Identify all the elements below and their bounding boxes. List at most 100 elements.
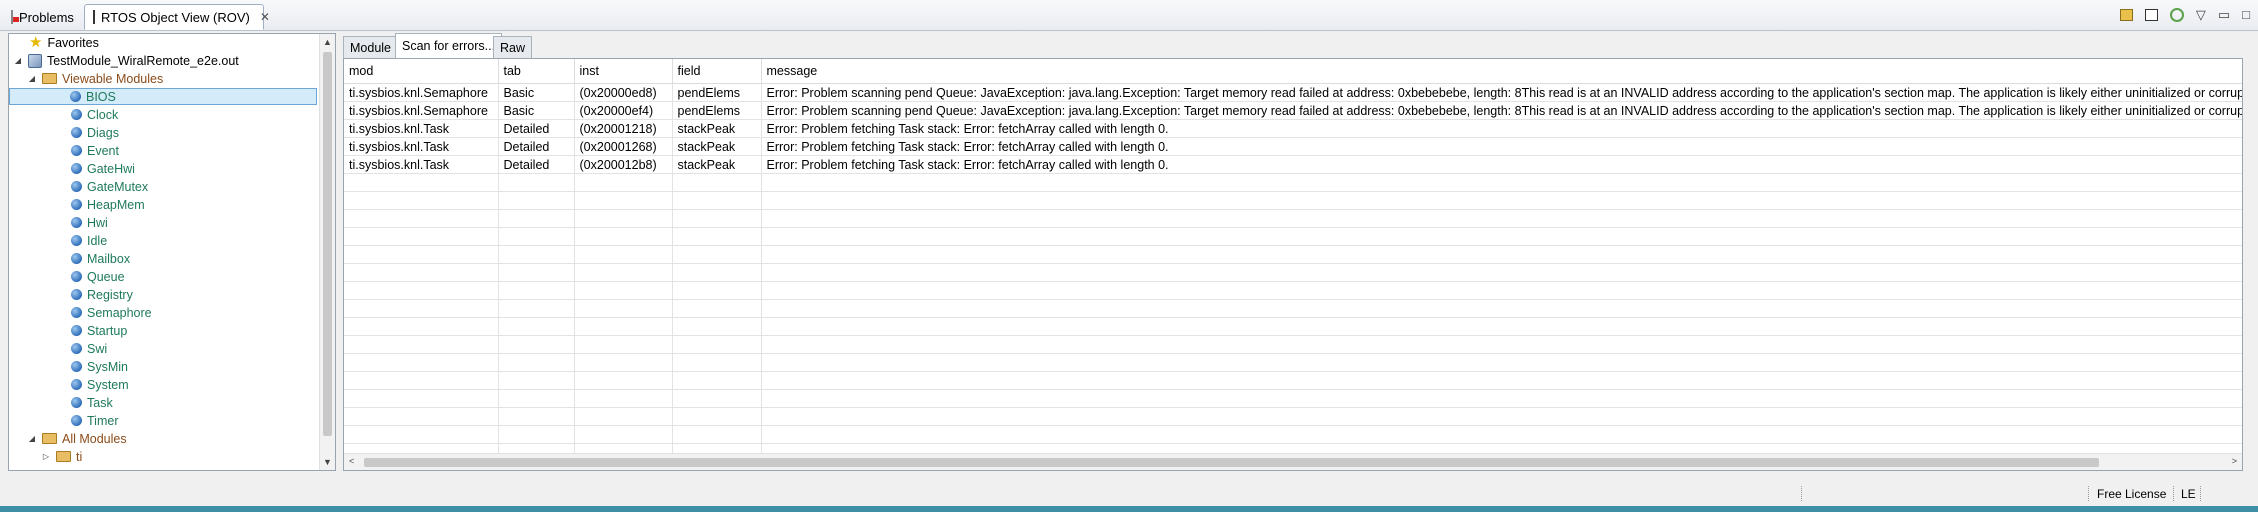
table-row[interactable]: ti.sysbios.knl.Task Detailed (0x20001268) s…: [344, 137, 2242, 156]
empty-cell: [672, 281, 762, 300]
tree-item-startup[interactable]: Startup: [71, 322, 127, 339]
tree-item-gatemutex[interactable]: GateMutex: [71, 178, 148, 195]
module-icon: [71, 181, 82, 192]
empty-cell: [344, 209, 499, 228]
column-header-tab[interactable]: tab: [498, 59, 575, 84]
empty-cell: [498, 353, 575, 372]
tree-label-module: HeapMem: [87, 197, 145, 212]
expanded-twisty-icon[interactable]: ◢: [13, 56, 23, 65]
empty-cell: [672, 245, 762, 264]
license-status: Free License: [2097, 487, 2167, 501]
tree-item-system[interactable]: System: [71, 376, 129, 393]
minimize-icon[interactable]: ▭: [2218, 8, 2230, 22]
empty-cell: [344, 407, 499, 426]
column-header-mod[interactable]: mod: [344, 59, 499, 84]
errors-table-panel: mod tab inst field message ti.sysbios.knl.Se…: [343, 58, 2243, 471]
tree-item-viewable-modules[interactable]: ◢ Viewable Modules: [27, 70, 163, 87]
scroll-down-icon[interactable]: ▼: [323, 457, 332, 467]
tree-item-swi[interactable]: Swi: [71, 340, 107, 357]
empty-cell: [761, 407, 2242, 426]
table-row[interactable]: ti.sysbios.knl.Semaphore Basic (0x20000ef4…: [344, 101, 2242, 120]
tree-label-favorites: Favorites: [47, 35, 99, 50]
module-icon: [71, 307, 82, 318]
module-icon: [71, 415, 82, 426]
tree-item-timer[interactable]: Timer: [71, 412, 118, 429]
tree-item-ti[interactable]: ▷ ti: [41, 448, 82, 465]
tree-item-heapmem[interactable]: HeapMem: [71, 196, 145, 213]
empty-cell: [672, 317, 762, 336]
empty-cell: [672, 353, 762, 372]
scroll-thumb[interactable]: [323, 52, 332, 436]
endian-status: LE: [2181, 487, 2196, 501]
pause-refresh-icon[interactable]: [2119, 9, 2133, 21]
tree-item-gatehwi[interactable]: GateHwi: [71, 160, 135, 177]
collapsed-twisty-icon[interactable]: ▷: [41, 452, 51, 461]
tree-item-all-modules[interactable]: ◢ All Modules: [27, 430, 127, 447]
scroll-left-icon[interactable]: <: [349, 456, 354, 466]
empty-table-row: [344, 353, 2242, 372]
empty-cell: [498, 389, 575, 408]
table-layout-icon[interactable]: [2144, 9, 2158, 21]
empty-cell: [672, 173, 762, 192]
tree-item-sysmin[interactable]: SysMin: [71, 358, 128, 375]
scroll-thumb[interactable]: [364, 458, 2099, 467]
scroll-up-icon[interactable]: ▲: [323, 37, 332, 47]
tree-item-task[interactable]: Task: [71, 394, 113, 411]
maximize-icon[interactable]: □: [2242, 8, 2250, 22]
empty-cell: [498, 263, 575, 282]
tree-label-module: Hwi: [87, 215, 108, 230]
tree-item-clock[interactable]: Clock: [71, 106, 118, 123]
subtab-scan-for-errors[interactable]: Scan for errors...: [395, 33, 503, 58]
empty-cell: [344, 173, 499, 192]
tree-item-diags[interactable]: Diags: [71, 124, 119, 141]
tree-item-favorites[interactable]: ★ Favorites: [29, 34, 99, 51]
column-header-inst[interactable]: inst: [574, 59, 673, 84]
close-icon[interactable]: ✕: [260, 10, 270, 24]
view-menu-icon[interactable]: ▽: [2196, 8, 2206, 22]
table-row[interactable]: ti.sysbios.knl.Task Detailed (0x200012b8) s…: [344, 155, 2242, 174]
cell-mod: ti.sysbios.knl.Task: [344, 137, 499, 156]
cell-message: Error: Problem scanning pend Queue: Java…: [761, 101, 2242, 120]
empty-cell: [672, 299, 762, 318]
refresh-icon[interactable]: [2169, 8, 2184, 22]
tree-item-event[interactable]: Event: [71, 142, 119, 159]
tab-rov-label: RTOS Object View (ROV): [101, 9, 250, 25]
tree-label-module: System: [87, 377, 129, 392]
tab-problems[interactable]: Problems: [2, 4, 82, 30]
empty-cell: [574, 263, 673, 282]
empty-cell: [672, 407, 762, 426]
tree-item-hwi[interactable]: Hwi: [71, 214, 108, 231]
expanded-twisty-icon[interactable]: ◢: [27, 74, 37, 83]
tree-label-module: Task: [87, 395, 113, 410]
empty-cell: [761, 425, 2242, 444]
table-row[interactable]: ti.sysbios.knl.Task Detailed (0x20001218) s…: [344, 119, 2242, 138]
tab-rov[interactable]: RTOS Object View (ROV) ✕: [84, 4, 270, 30]
tree-item-mailbox[interactable]: Mailbox: [71, 250, 130, 267]
tree-item-idle[interactable]: Idle: [71, 232, 107, 249]
cell-field: pendElems: [672, 83, 762, 102]
cell-tab: Detailed: [498, 119, 575, 138]
tree-item-semaphore[interactable]: Semaphore: [71, 304, 152, 321]
empty-cell: [761, 317, 2242, 336]
tree-item-registry[interactable]: Registry: [71, 286, 133, 303]
horizontal-scrollbar[interactable]: < >: [344, 453, 2242, 470]
empty-table-row: [344, 335, 2242, 354]
empty-cell: [761, 335, 2242, 354]
empty-cell: [574, 191, 673, 210]
module-icon: [71, 235, 82, 246]
tree-item-queue[interactable]: Queue: [71, 268, 125, 285]
subtab-raw[interactable]: Raw: [493, 36, 533, 58]
tree-item-bios[interactable]: BIOS: [9, 88, 317, 105]
tree-vertical-scrollbar[interactable]: ▲ ▼: [319, 34, 335, 470]
tree-label-module: Diags: [87, 125, 119, 140]
subtab-module[interactable]: Module: [343, 36, 398, 58]
scroll-right-icon[interactable]: >: [2232, 456, 2237, 466]
expanded-twisty-icon[interactable]: ◢: [27, 434, 37, 443]
empty-table-row: [344, 263, 2242, 282]
empty-table-row: [344, 173, 2242, 192]
empty-cell: [344, 263, 499, 282]
tree-item-program[interactable]: ◢ TestModule_WiralRemote_e2e.out: [13, 52, 239, 69]
column-header-message[interactable]: message: [761, 59, 2242, 84]
table-row[interactable]: ti.sysbios.knl.Semaphore Basic (0x20000ed8…: [344, 83, 2242, 102]
column-header-field[interactable]: field: [672, 59, 762, 84]
